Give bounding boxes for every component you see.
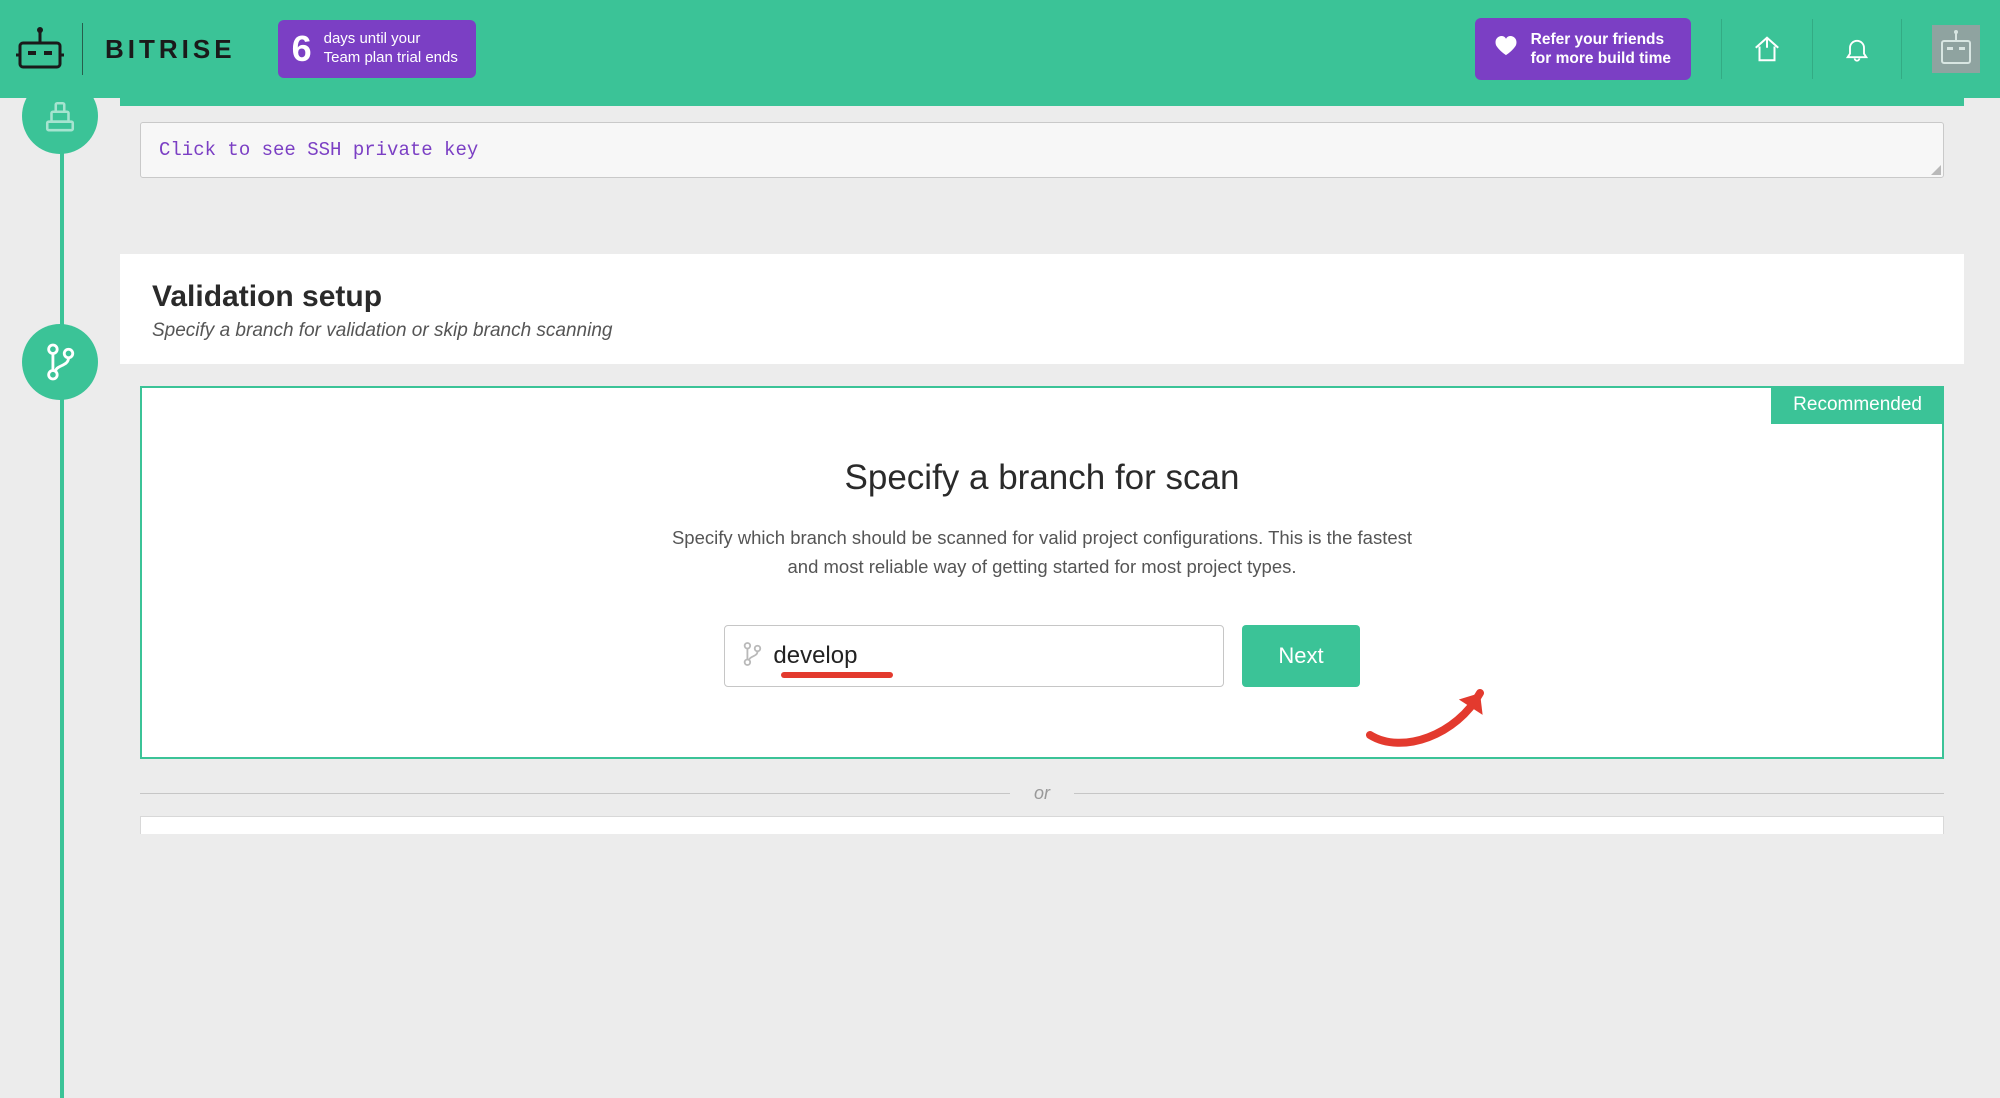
annotation-arrow bbox=[1362, 665, 1522, 755]
recommended-card: Recommended Specify a branch for scan Sp… bbox=[140, 386, 1944, 759]
refer-text: Refer your friends for more build time bbox=[1531, 30, 1671, 69]
trial-days-count: 6 bbox=[292, 31, 312, 67]
section-validation-setup: Validation setup Specify a branch for va… bbox=[120, 254, 1964, 854]
branch-input[interactable] bbox=[773, 642, 1207, 670]
annotation-underline bbox=[781, 672, 893, 678]
brand-text: BITRISE bbox=[105, 34, 236, 65]
ssh-private-key-field[interactable]: Click to see SSH private key bbox=[140, 122, 1944, 178]
home-icon[interactable] bbox=[1752, 34, 1782, 64]
avatar[interactable] bbox=[1932, 25, 1980, 73]
timeline bbox=[0, 98, 120, 854]
timeline-step-branch[interactable] bbox=[22, 324, 98, 400]
header-separator bbox=[1721, 19, 1722, 79]
app-header: BITRISE 6 days until your Team plan tria… bbox=[0, 0, 2000, 98]
alternative-card[interactable] bbox=[140, 816, 1944, 834]
ssh-placeholder: Click to see SSH private key bbox=[159, 139, 478, 161]
scan-title: Specify a branch for scan bbox=[592, 458, 1492, 498]
or-label: or bbox=[1034, 783, 1050, 804]
branch-icon bbox=[741, 640, 763, 673]
robot-icon bbox=[16, 25, 64, 73]
trial-badge[interactable]: 6 days until your Team plan trial ends bbox=[278, 20, 476, 78]
header-separator bbox=[1901, 19, 1902, 79]
or-divider: or bbox=[140, 783, 1944, 804]
branch-input-wrap[interactable] bbox=[724, 625, 1224, 687]
section-repo-access: Click to see SSH private key bbox=[120, 98, 1964, 202]
trial-days-text: days until your Team plan trial ends bbox=[324, 30, 458, 68]
recommended-badge: Recommended bbox=[1771, 386, 1944, 424]
heart-icon bbox=[1495, 36, 1517, 63]
next-button[interactable]: Next bbox=[1242, 625, 1359, 687]
timeline-line bbox=[60, 98, 64, 1098]
refer-friends-button[interactable]: Refer your friends for more build time bbox=[1475, 18, 1691, 81]
section-title: Validation setup bbox=[152, 280, 1932, 314]
section-subtitle: Specify a branch for validation or skip … bbox=[152, 320, 1932, 342]
logo[interactable]: BITRISE bbox=[16, 23, 236, 75]
header-separator bbox=[1812, 19, 1813, 79]
scan-description: Specify which branch should be scanned f… bbox=[662, 524, 1422, 581]
main-content: Click to see SSH private key Validation … bbox=[0, 98, 2000, 854]
bell-icon[interactable] bbox=[1843, 34, 1871, 64]
logo-divider bbox=[82, 23, 83, 75]
